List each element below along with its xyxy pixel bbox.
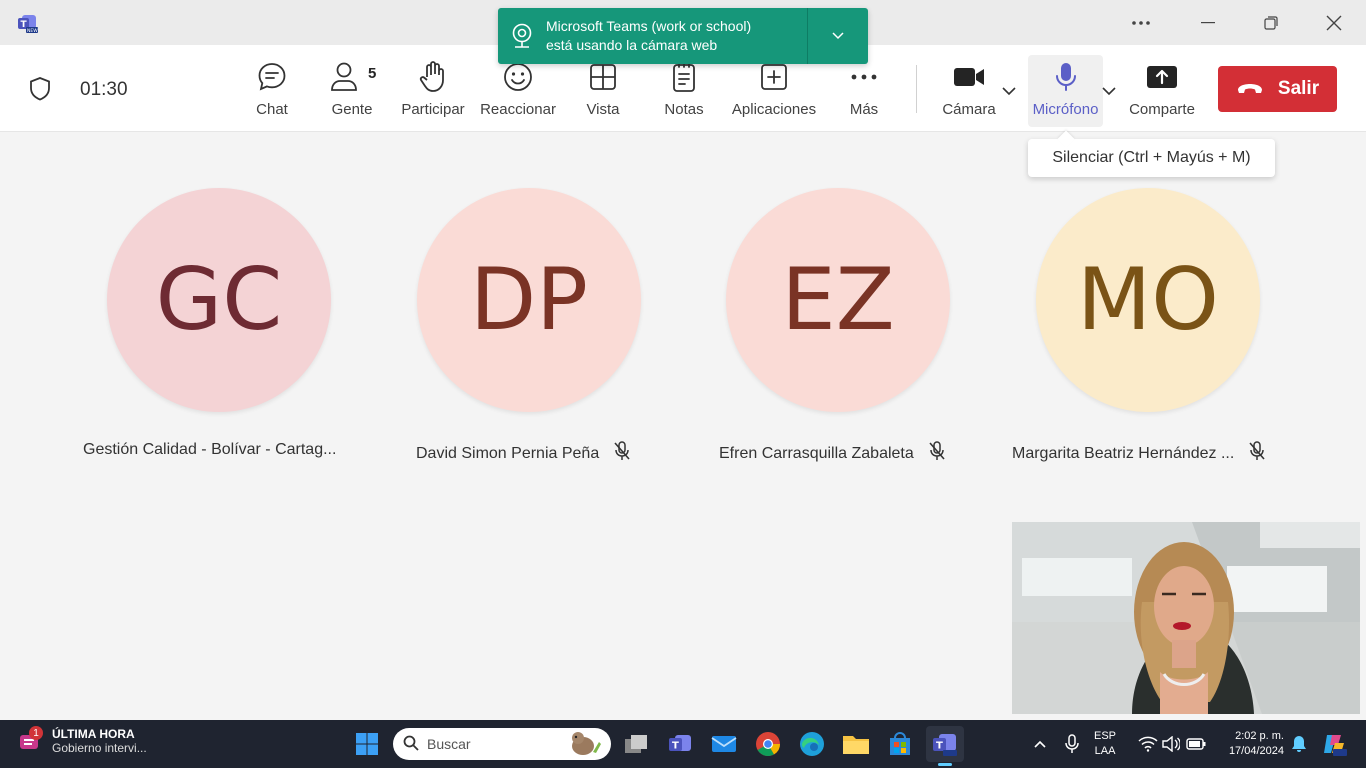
people-icon: 5 [331,59,376,95]
taskbar-search[interactable]: Buscar [393,728,611,760]
tray-microphone-icon[interactable] [1058,728,1086,760]
participant-avatar[interactable]: GC [107,188,331,412]
edge-icon[interactable] [796,728,828,760]
notes-button[interactable]: Notas [662,59,706,123]
teams-classic-icon[interactable]: T [664,728,696,760]
notes-icon [671,59,697,95]
webcam-icon [498,23,546,49]
restore-icon[interactable] [1246,0,1296,45]
mail-icon[interactable] [708,728,740,760]
active-indicator [938,763,952,766]
svg-text:T: T [672,741,679,752]
participant-name: Margarita Beatriz Hernández ... [1012,441,1266,466]
search-icon [403,735,419,754]
share-screen-icon [1146,59,1178,95]
search-placeholder: Buscar [427,736,471,752]
news-widget[interactable]: 1 ÚLTIMA HORA Gobierno intervi... [18,726,147,755]
camera-button[interactable]: Cámara [940,59,998,123]
news-icon: 1 [18,726,43,753]
microphone-options-chevron-icon[interactable] [1102,83,1116,101]
participant-name: David Simon Pernia Peña [416,441,631,466]
notification-text: Microsoft Teams (work or school) está us… [546,18,752,53]
copilot-icon[interactable] [1318,728,1350,760]
teams-new-icon[interactable]: T [926,726,964,766]
microphone-icon [1054,59,1078,95]
svg-text:T: T [936,741,943,752]
microphone-button[interactable]: Micrófono [1028,55,1103,127]
file-explorer-icon[interactable] [840,728,872,760]
task-view-icon[interactable] [620,728,652,760]
participant-name: Efren Carrasquilla Zabaleta [719,441,946,466]
mic-muted-icon [1248,441,1266,466]
microphone-tooltip: Silenciar (Ctrl + Mayús + M) [1028,139,1275,177]
search-highlight-animal-icon [567,730,603,759]
clock[interactable]: 2:02 p. m. 17/04/2024 [1216,729,1284,759]
battery-icon[interactable] [1184,728,1208,760]
wifi-icon[interactable] [1136,728,1160,760]
video-camera-icon [953,59,985,95]
apps-button[interactable]: Aplicaciones [730,59,818,123]
hang-up-icon [1236,78,1264,100]
mic-muted-icon [613,441,631,466]
add-app-icon [760,59,788,95]
minimize-icon[interactable] [1183,0,1233,45]
participant-name: Gestión Calidad - Bolívar - Cartag... [83,441,337,458]
people-button[interactable]: 5 Gente [328,59,376,123]
store-icon[interactable] [884,728,916,760]
meeting-timer: 01:30 [80,79,128,100]
show-hidden-icons-chevron-icon[interactable] [1026,728,1054,760]
leave-button[interactable]: Salir [1218,66,1337,112]
people-count: 5 [368,65,377,82]
expand-chevron-icon[interactable] [808,32,868,40]
teams-logo-icon: T NEW [17,12,39,34]
svg-text:NEW: NEW [27,28,38,34]
chat-button[interactable]: Chat [251,59,293,123]
more-button[interactable]: Más [848,59,880,123]
participant-avatar[interactable]: DP [417,188,641,412]
close-icon[interactable] [1309,0,1359,45]
smiley-icon [503,59,533,95]
self-video-preview[interactable] [1012,522,1360,714]
share-button[interactable]: Comparte [1126,59,1198,123]
chrome-icon[interactable] [752,728,784,760]
chat-icon [257,59,287,95]
raise-hand-button[interactable]: Participar [400,59,466,123]
input-language[interactable]: ESP LAA [1094,729,1116,759]
windows-taskbar: 1 ÚLTIMA HORA Gobierno intervi... Buscar… [0,720,1366,768]
participant-avatar[interactable]: EZ [726,188,950,412]
mic-muted-icon [928,441,946,466]
react-button[interactable]: Reaccionar [480,59,556,123]
start-windows-icon[interactable] [351,728,383,760]
volume-icon[interactable] [1160,728,1182,760]
view-button[interactable]: Vista [584,59,622,123]
news-text: ÚLTIMA HORA Gobierno intervi... [52,727,147,755]
toolbar-divider [916,65,917,113]
more-dots-icon [850,59,878,95]
news-badge: 1 [29,726,43,740]
more-options-icon[interactable] [1116,0,1166,45]
self-video-image [1012,522,1360,714]
grid-view-icon [589,59,617,95]
notification-bell-icon[interactable] [1288,728,1310,760]
participant-avatar[interactable]: MO [1036,188,1260,412]
webcam-notification[interactable]: Microsoft Teams (work or school) está us… [498,8,868,64]
hand-icon [419,59,447,95]
shield-icon[interactable] [28,76,52,107]
camera-options-chevron-icon[interactable] [1002,83,1016,101]
